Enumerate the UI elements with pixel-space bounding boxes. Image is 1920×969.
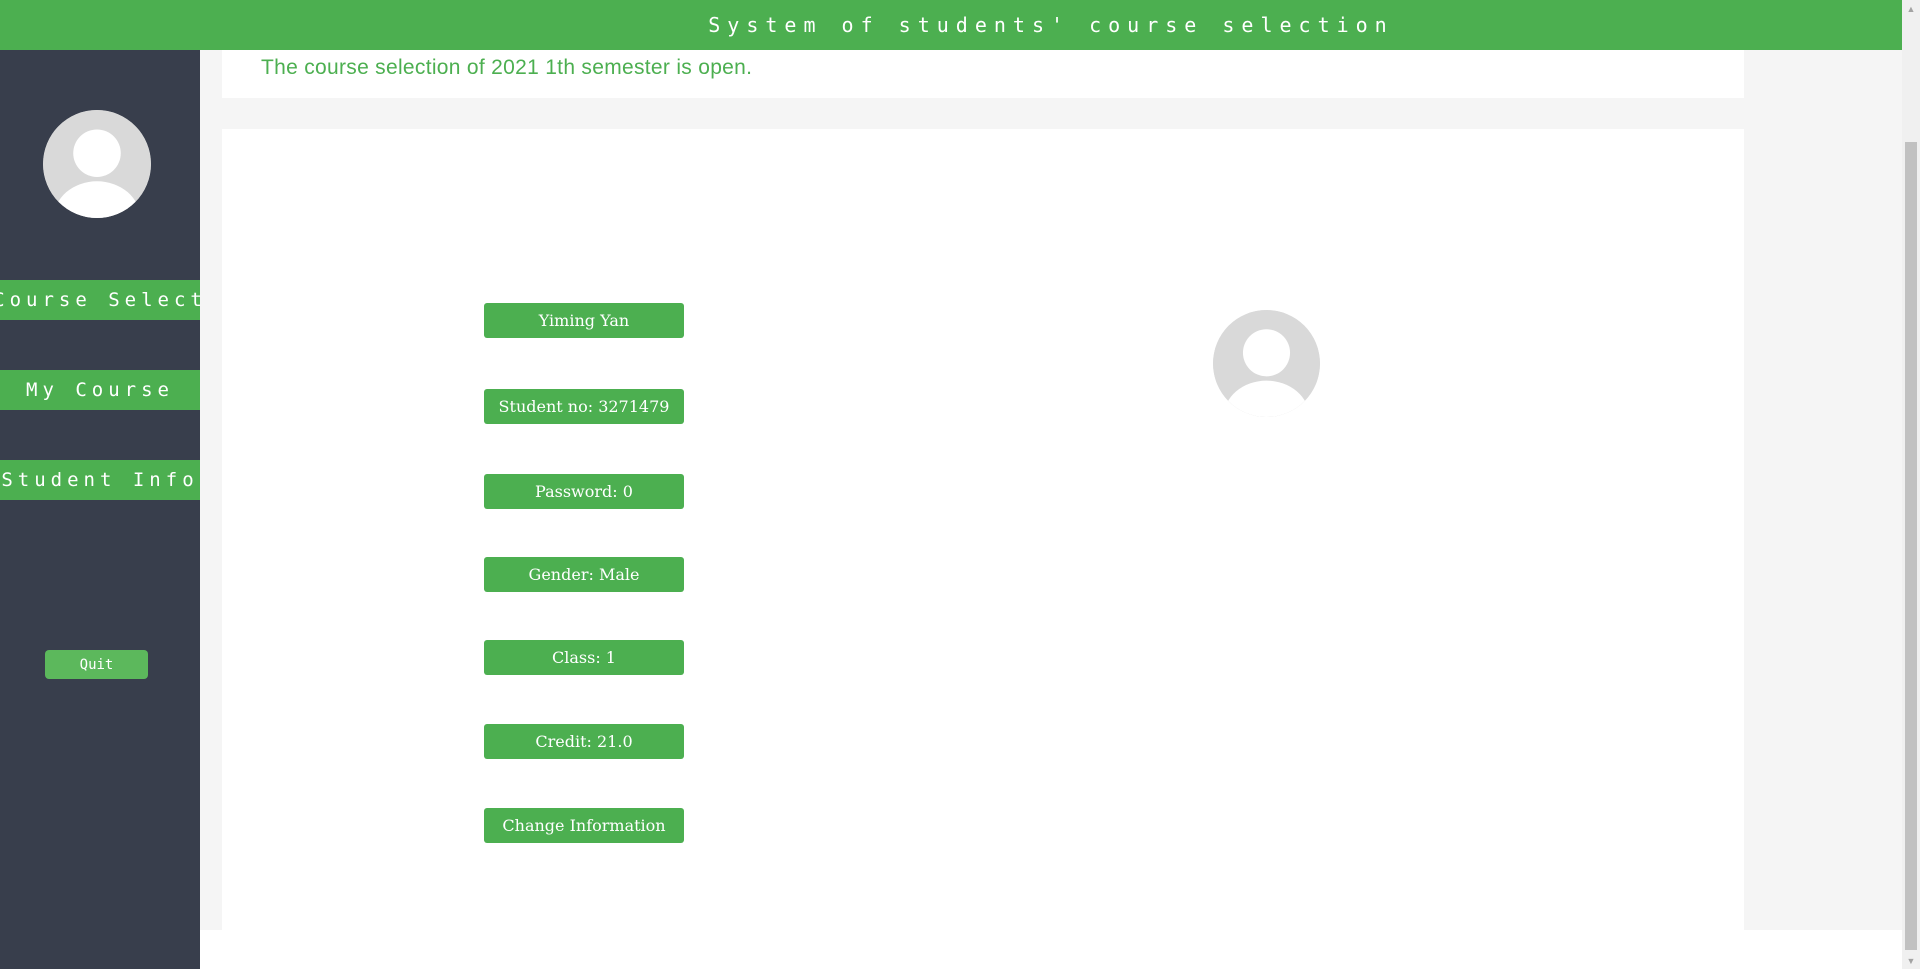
student-number: Student no: 3271479: [484, 389, 684, 424]
user-avatar-icon: [43, 110, 151, 218]
scrollbar-thumb[interactable]: [1905, 142, 1917, 950]
caret-down-icon[interactable]: ▼: [1902, 952, 1920, 969]
nav-student-info[interactable]: Student Info: [0, 460, 200, 500]
caret-up-icon[interactable]: ▲: [1902, 0, 1920, 17]
sidebar-avatar: [43, 110, 151, 218]
student-gender: Gender: Male: [484, 557, 684, 592]
student-password: Password: 0: [484, 474, 684, 509]
student-class: Class: 1: [484, 640, 684, 675]
notice-text: The course selection of 2021 1th semeste…: [261, 56, 753, 79]
student-info-panel: Yiming Yan Student no: 3271479 Password:…: [222, 129, 1744, 930]
app-title: System of students' course selection: [708, 13, 1394, 37]
quit-button[interactable]: Quit: [45, 650, 148, 679]
main-content: The course selection of 2021 1th semeste…: [200, 50, 1902, 969]
student-name: Yiming Yan: [484, 303, 684, 338]
page-footer-area: [200, 930, 1902, 969]
change-information-button[interactable]: Change Information: [484, 808, 684, 843]
notice-banner: The course selection of 2021 1th semeste…: [222, 50, 1744, 98]
sidebar: Course Select My Course Student Info Qui…: [0, 50, 200, 969]
user-avatar-icon: [1213, 310, 1320, 417]
nav-my-course[interactable]: My Course: [0, 370, 200, 410]
vertical-scrollbar[interactable]: ▲ ▼: [1902, 0, 1920, 969]
student-credit: Credit: 21.0: [484, 724, 684, 759]
profile-avatar: [1213, 310, 1320, 417]
app-header: System of students' course selection: [0, 0, 1902, 50]
nav-course-select[interactable]: Course Select: [0, 280, 200, 320]
